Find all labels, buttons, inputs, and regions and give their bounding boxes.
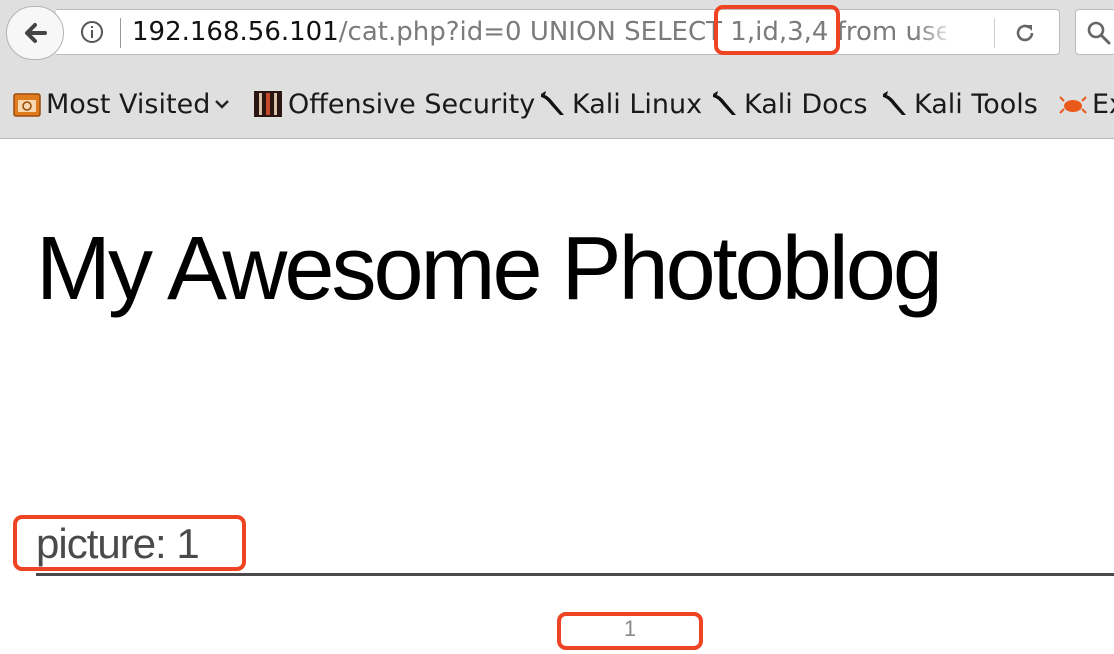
url-host: 192.168.56.101 [132, 17, 339, 47]
bookmark-kali-tools[interactable]: Kali Tools [880, 78, 1038, 130]
bookmark-kali-linux[interactable]: Kali Linux [538, 78, 702, 130]
reload-icon[interactable] [1012, 20, 1038, 46]
divider [36, 573, 1114, 576]
page-title: My Awesome Photoblog [36, 219, 943, 319]
bookmark-label: Offensive Security [288, 88, 536, 120]
bookmark-offensive-security[interactable]: Offensive Security [252, 78, 535, 130]
bookmark-label: Most Visited [46, 88, 211, 120]
offsec-logo-icon [254, 91, 282, 117]
picture-id-highlight [557, 612, 703, 650]
url-divider [120, 18, 121, 48]
reload-divider [994, 18, 995, 48]
back-arrow-icon [25, 23, 47, 43]
bookmark-exploit-db[interactable]: Ex [1058, 78, 1114, 130]
bookmark-kali-docs[interactable]: Kali Docs [710, 78, 868, 130]
search-icon [1087, 21, 1111, 45]
bookmark-label: Kali Linux [572, 88, 703, 120]
bookmark-label: Kali Tools [914, 88, 1038, 120]
url-path: /cat.php?id=0 UNION SELECT 1,id,3,4 from… [338, 17, 946, 47]
folder-icon [13, 93, 41, 117]
picture-label-highlight [13, 515, 246, 571]
exploit-db-bug-icon [1059, 96, 1087, 114]
info-icon[interactable] [80, 20, 104, 44]
search-box[interactable] [1075, 9, 1114, 55]
bookmark-label: Ex [1092, 88, 1114, 120]
bookmarks-toolbar: Most Visited Offensive Security Kali Lin… [0, 78, 1114, 130]
kali-dragon-icon [713, 91, 736, 115]
back-button[interactable] [6, 6, 64, 60]
url-fade [916, 12, 956, 52]
kali-dragon-icon [883, 91, 906, 115]
kali-dragon-icon [541, 91, 564, 115]
chevron-down-icon [215, 100, 230, 109]
bookmark-most-visited[interactable]: Most Visited [12, 78, 232, 130]
url-bar[interactable]: 192.168.56.101/cat.php?id=0 UNION SELECT… [56, 9, 1060, 55]
browser-chrome: 192.168.56.101/cat.php?id=0 UNION SELECT… [0, 0, 1114, 139]
url-highlight [714, 5, 840, 55]
bookmark-label: Kali Docs [744, 88, 868, 120]
